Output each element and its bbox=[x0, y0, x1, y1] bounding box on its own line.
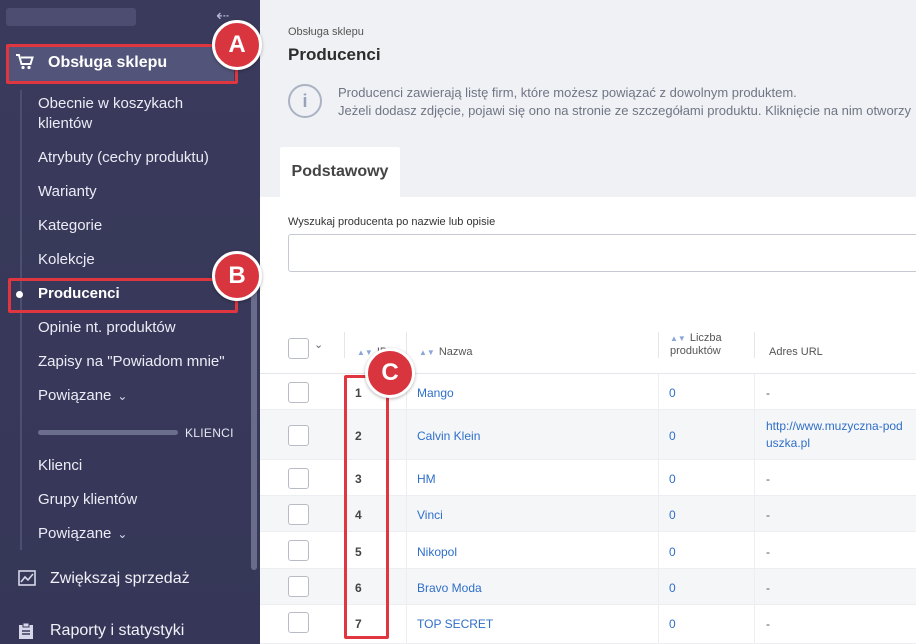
sidebar-item-carts[interactable]: Obecnie w koszykach klientów bbox=[38, 94, 238, 134]
cell-name-link[interactable]: Nikopol bbox=[417, 545, 457, 559]
cell-count-link[interactable]: 0 bbox=[669, 472, 676, 486]
sort-icon: ▲▼ bbox=[419, 348, 435, 357]
column-name[interactable]: ▲▼ Nazwa bbox=[419, 346, 472, 359]
cell-count-link[interactable]: 0 bbox=[669, 617, 676, 631]
sidebar-item-notify-signups[interactable]: Zapisy na "Powiadom mnie" bbox=[38, 352, 238, 372]
cell-count-link[interactable]: 0 bbox=[669, 508, 676, 522]
sidebar-tree-line bbox=[20, 90, 22, 550]
chart-line-icon bbox=[18, 570, 38, 588]
table-header: ⌄ ▲▼ID ▲▼Nazwa ▲▼Liczba produktów Adres … bbox=[260, 324, 916, 374]
cell-url: - bbox=[766, 508, 770, 522]
column-divider bbox=[754, 374, 755, 644]
cell-count-link[interactable]: 0 bbox=[669, 545, 676, 559]
cell-name-link[interactable]: Vinci bbox=[417, 508, 443, 522]
sidebar-group-label: KLIENCI bbox=[185, 426, 234, 440]
search-input[interactable] bbox=[288, 234, 916, 272]
sidebar-item-client-groups[interactable]: Grupy klientów bbox=[38, 490, 238, 510]
sidebar-item-attributes[interactable]: Atrybuty (cechy produktu) bbox=[38, 148, 238, 168]
chevron-down-icon: ⌄ bbox=[117, 389, 128, 403]
sidebar-item-label: Raporty i statystyki bbox=[50, 622, 185, 639]
callout-badge-c: C bbox=[365, 348, 415, 398]
info-text: Producenci zawierają listę firm, które m… bbox=[338, 84, 911, 120]
cell-name-link[interactable]: Calvin Klein bbox=[417, 429, 480, 443]
callout-highlight-b bbox=[8, 278, 238, 313]
column-divider bbox=[406, 374, 407, 644]
sidebar-item-reports[interactable]: Raporty i statystyki bbox=[18, 622, 184, 640]
sidebar-item-label: Obecnie w koszykach klientów bbox=[38, 95, 184, 132]
cell-url: - bbox=[766, 581, 770, 595]
sort-icon: ▲▼ bbox=[670, 334, 686, 343]
sidebar: ⇠ Obsługa sklepu Obecnie w koszykach kli… bbox=[0, 0, 260, 644]
row-checkbox[interactable] bbox=[288, 576, 309, 597]
cell-count-link[interactable]: 0 bbox=[669, 581, 676, 595]
sidebar-item-label: Grupy klientów bbox=[38, 491, 138, 508]
cell-url: - bbox=[766, 472, 770, 486]
row-checkbox[interactable] bbox=[288, 468, 309, 489]
sidebar-item-related[interactable]: Powiązane ⌄ bbox=[38, 386, 238, 406]
callout-highlight-c bbox=[344, 375, 389, 639]
tab-basic[interactable]: Podstawowy bbox=[280, 147, 400, 197]
sidebar-item-categories[interactable]: Kategorie bbox=[38, 216, 238, 236]
row-checkbox[interactable] bbox=[288, 540, 309, 561]
info-line: Jeżeli dodasz zdjęcie, pojawi się ono na… bbox=[338, 103, 912, 118]
cell-url: - bbox=[766, 386, 770, 400]
sidebar-item-label: Zapisy na "Powiadom mnie" bbox=[38, 353, 225, 370]
sidebar-item-label: Kategorie bbox=[38, 217, 103, 234]
column-separator bbox=[658, 332, 659, 358]
select-all-checkbox[interactable] bbox=[288, 338, 309, 359]
column-divider bbox=[658, 374, 659, 644]
sidebar-item-label: Zwiększaj sprzedaż bbox=[50, 570, 190, 587]
sidebar-item-label: Opinie nt. produktów bbox=[38, 319, 176, 336]
cell-name-link[interactable]: TOP SECRET bbox=[417, 617, 493, 631]
row-checkbox[interactable] bbox=[288, 612, 309, 633]
search-label: Wyszukaj producenta po nazwie lub opisie bbox=[288, 216, 496, 228]
column-label: Nazwa bbox=[438, 346, 473, 358]
shop-name-blurred bbox=[6, 8, 136, 26]
info-line: Producenci zawierają listę firm, które m… bbox=[338, 85, 797, 100]
sidebar-item-label: Warianty bbox=[38, 183, 97, 200]
sidebar-item-label: Powiązane bbox=[38, 525, 112, 542]
info-icon: i bbox=[288, 84, 322, 118]
sidebar-item-label: Atrybuty (cechy produktu) bbox=[38, 149, 209, 166]
cell-name-link[interactable]: Mango bbox=[417, 386, 454, 400]
row-checkbox[interactable] bbox=[288, 425, 309, 446]
sidebar-item-collections[interactable]: Kolekcje bbox=[38, 250, 238, 270]
page-title: Producenci bbox=[288, 45, 381, 64]
sidebar-item-reviews[interactable]: Opinie nt. produktów bbox=[38, 318, 238, 338]
callout-badge-a: A bbox=[212, 20, 262, 70]
info-box: i Producenci zawierają listę firm, które… bbox=[288, 84, 911, 120]
sidebar-item-label: Klienci bbox=[38, 457, 83, 474]
sidebar-item-clients-related[interactable]: Powiązane ⌄ bbox=[38, 524, 238, 544]
cell-url: - bbox=[766, 545, 770, 559]
sidebar-separator bbox=[38, 430, 178, 435]
sidebar-item-label: Powiązane bbox=[38, 387, 112, 404]
cell-name-link[interactable]: Bravo Moda bbox=[417, 581, 482, 595]
column-separator bbox=[344, 332, 345, 358]
callout-highlight-a bbox=[6, 44, 238, 84]
sidebar-item-label: Kolekcje bbox=[38, 251, 95, 268]
chevron-down-icon[interactable]: ⌄ bbox=[314, 338, 323, 351]
column-count[interactable]: ▲▼ Liczba produktów bbox=[670, 332, 750, 358]
cell-url-link[interactable]: http://www.muzyczna-poduszka.pl bbox=[766, 418, 906, 452]
cell-name-link[interactable]: HM bbox=[417, 472, 436, 486]
breadcrumb[interactable]: Obsługa sklepu bbox=[288, 26, 364, 38]
column-url[interactable]: Adres URL bbox=[769, 346, 823, 359]
chevron-down-icon: ⌄ bbox=[117, 527, 128, 541]
cell-count-link[interactable]: 0 bbox=[669, 429, 676, 443]
clipboard-icon bbox=[18, 622, 38, 640]
row-checkbox[interactable] bbox=[288, 504, 309, 525]
cell-url: - bbox=[766, 617, 770, 631]
sidebar-scrollbar[interactable] bbox=[251, 290, 257, 570]
sidebar-item-variants[interactable]: Warianty bbox=[38, 182, 238, 202]
column-separator bbox=[754, 332, 755, 358]
cell-count-link[interactable]: 0 bbox=[669, 386, 676, 400]
row-checkbox[interactable] bbox=[288, 382, 309, 403]
sidebar-item-increase-sales[interactable]: Zwiększaj sprzedaż bbox=[18, 570, 190, 588]
sidebar-item-clients[interactable]: Klienci bbox=[38, 456, 238, 476]
callout-badge-b: B bbox=[212, 251, 262, 301]
